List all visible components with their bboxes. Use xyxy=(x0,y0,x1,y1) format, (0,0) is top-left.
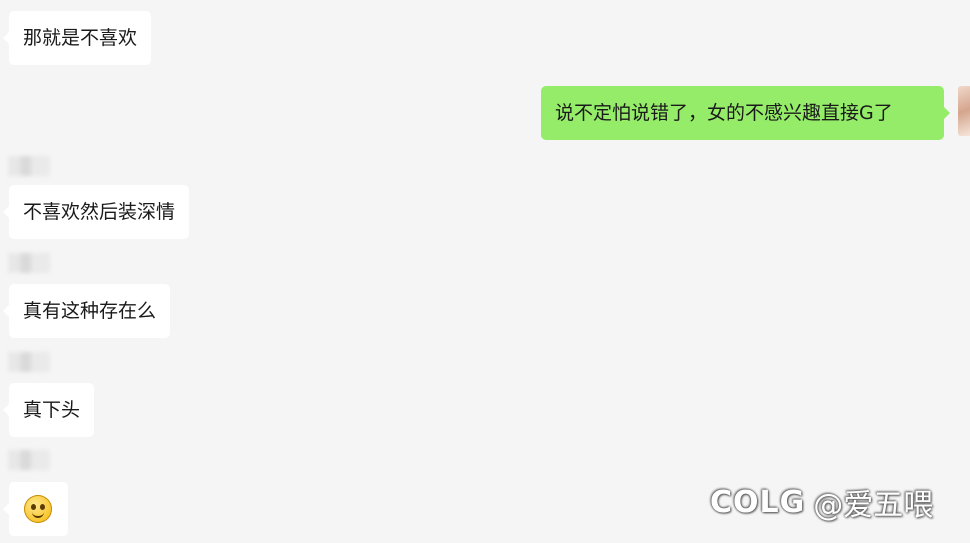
message-bubble[interactable]: 那就是不喜欢 xyxy=(2,11,152,65)
sender-name-blurred xyxy=(8,156,50,176)
watermark-handle: @爱五喂 xyxy=(813,488,934,523)
message-bubble[interactable]: 真有这种存在么 xyxy=(2,284,171,338)
sender-name-blurred xyxy=(8,253,50,273)
sender-name-blurred xyxy=(8,450,50,470)
message-bubble-outgoing[interactable]: 说不定怕说错了，女的不感兴趣直接G了 xyxy=(541,86,950,140)
watermark: COLG @爱五喂 xyxy=(710,480,933,524)
message-bubble[interactable]: 真下头 xyxy=(2,383,95,437)
message-bubble[interactable]: 不喜欢然后装深情 xyxy=(2,185,190,239)
avatar[interactable] xyxy=(958,86,970,136)
smiling-face-emoji-icon xyxy=(24,495,52,523)
watermark-logo: COLG xyxy=(710,484,806,520)
sender-name-blurred xyxy=(8,352,50,372)
